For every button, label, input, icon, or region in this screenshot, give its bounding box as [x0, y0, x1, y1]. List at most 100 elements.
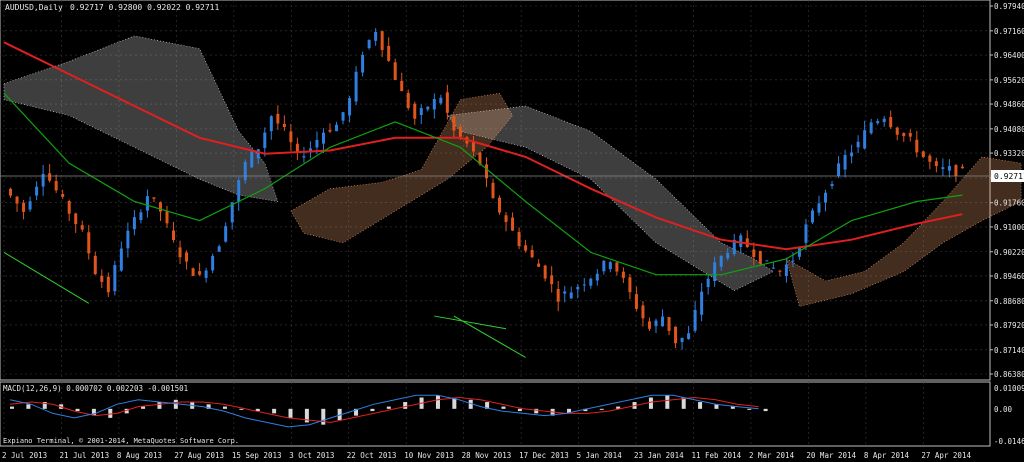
- candle-body: [491, 182, 495, 198]
- macd-tick-label: -0.014665: [994, 437, 1024, 446]
- candle-body: [621, 271, 625, 279]
- candle-body: [824, 192, 828, 203]
- macd-histogram-bar: [599, 408, 604, 410]
- price-tick-label: 0.87140: [994, 346, 1024, 355]
- candle-body: [191, 268, 195, 276]
- candle-body: [393, 62, 397, 80]
- candle-body: [654, 320, 658, 327]
- candle-body: [341, 112, 345, 121]
- candle-body: [413, 103, 417, 119]
- candle-body: [119, 248, 123, 271]
- macd-histogram-bar: [386, 406, 391, 409]
- candle-body: [615, 262, 619, 272]
- candle-body: [902, 133, 906, 137]
- price-tick-label: 0.93320: [994, 149, 1024, 158]
- macd-histogram-bar: [141, 406, 146, 409]
- macd-histogram-bar: [534, 408, 539, 414]
- candle-body: [380, 31, 384, 50]
- candle-body: [608, 262, 612, 270]
- macd-histogram-bar: [10, 406, 14, 409]
- time-tick-label: 3 Oct 2013: [289, 451, 334, 460]
- candle-body: [308, 148, 312, 151]
- candle-body: [876, 121, 880, 124]
- candle-body: [641, 305, 645, 319]
- candle-body: [250, 151, 254, 168]
- candle-body: [778, 270, 782, 272]
- macd-histogram-bar: [321, 408, 326, 425]
- candle-body: [739, 235, 743, 247]
- candle-body: [145, 196, 149, 211]
- candle-body: [563, 291, 567, 294]
- candle-body: [504, 215, 508, 222]
- candle-body: [185, 252, 189, 262]
- macd-histogram-bar: [648, 397, 653, 409]
- candle-body: [687, 333, 691, 340]
- candle-body: [106, 276, 110, 293]
- candle-body: [908, 132, 912, 137]
- time-axis: 2 Jul 2013 21 Jul 2013 8 Aug 2013 27 Aug 20…: [2, 451, 971, 460]
- price-tick-label: 0.95620: [994, 76, 1024, 85]
- candle-body: [348, 98, 352, 116]
- candle-body: [921, 151, 925, 158]
- symbol-label: AUDUSD,Daily: [5, 3, 63, 12]
- macd-histogram-bar: [26, 404, 31, 409]
- candle-body: [934, 161, 938, 167]
- candle-body: [960, 166, 964, 169]
- candle-body: [15, 196, 19, 204]
- price-tick-label: 0.94860: [994, 100, 1024, 109]
- candle-body: [367, 40, 371, 49]
- candle-body: [158, 202, 162, 212]
- candle-body: [947, 166, 951, 171]
- price-tick-label: 0.97160: [994, 27, 1024, 36]
- price-panel[interactable]: [0, 0, 1022, 381]
- candle-body: [172, 230, 176, 241]
- candle-body: [302, 156, 306, 158]
- ohlc-label: 0.92717 0.92800 0.92022 0.92711: [70, 3, 219, 12]
- candle-body: [224, 226, 228, 242]
- price-tick-label: 0.96400: [994, 51, 1024, 60]
- candle-body: [80, 225, 84, 230]
- time-tick-label: 21 Jul 2013: [59, 451, 109, 460]
- macd-histogram-bar: [272, 408, 277, 414]
- macd-histogram-bar: [239, 408, 244, 410]
- candle-body: [35, 186, 39, 196]
- candle-body: [517, 232, 521, 247]
- copyright-label: Expiano Terminal, © 2001-2014, MetaQuote…: [3, 437, 239, 445]
- candle-body: [48, 173, 52, 181]
- candle-body: [458, 127, 462, 137]
- macd-histogram-bar: [288, 408, 293, 418]
- candle-body: [895, 127, 899, 135]
- candle-body: [152, 197, 156, 199]
- candle-body: [498, 197, 502, 213]
- candle-body: [726, 253, 730, 259]
- candle-body: [335, 124, 339, 132]
- candle-body: [791, 260, 795, 262]
- price-tick-label: 0.89460: [994, 272, 1024, 281]
- candle-body: [595, 273, 599, 281]
- macd-histogram-bar: [75, 408, 80, 412]
- candle-body: [217, 246, 221, 252]
- macd-histogram-bar: [370, 408, 375, 412]
- macd-histogram-bar: [763, 408, 768, 412]
- time-tick-label: 11 Feb 2014: [691, 451, 741, 460]
- candle-body: [445, 92, 449, 113]
- current-price-label: 0.92711: [994, 172, 1024, 181]
- candle-body: [354, 71, 358, 102]
- candle-body: [22, 202, 26, 212]
- candle-body: [178, 247, 182, 258]
- candle-body: [93, 255, 97, 275]
- price-tick-label: 0.90220: [994, 248, 1024, 257]
- macd-header-label: MACD(12,26,9) 0.000702 0.002203 -0.00150…: [3, 384, 188, 393]
- candle-body: [700, 291, 704, 315]
- candle-body: [765, 260, 769, 262]
- price-tick-label: 0.97940: [994, 2, 1024, 11]
- candle-body: [28, 201, 32, 210]
- candle-body: [713, 262, 717, 282]
- time-tick-label: 2 Mar 2014: [749, 451, 795, 460]
- candle-body: [263, 132, 267, 148]
- candle-body: [680, 337, 684, 343]
- candle-body: [74, 213, 78, 225]
- candle-body: [269, 116, 273, 132]
- price-tick-label: 0.86380: [994, 370, 1024, 379]
- candle-body: [452, 116, 456, 131]
